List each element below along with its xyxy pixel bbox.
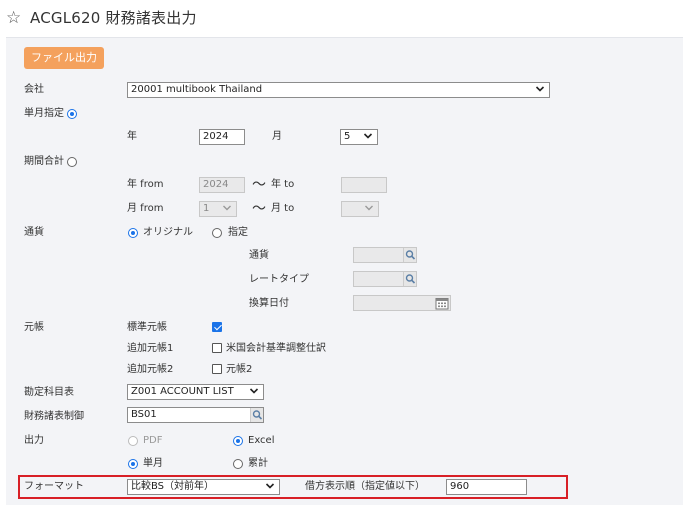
rate-type-label: レートタイプ [249, 274, 309, 285]
currency-specified-radio[interactable] [212, 228, 222, 238]
company-select[interactable]: 20001 multibook Thailand [127, 82, 550, 98]
magnifier-icon[interactable] [250, 408, 263, 422]
us-gaap-adjustment-label: 米国会計基準調整仕訳 [226, 343, 326, 354]
credit-order-label: 借方表示順（指定値以下） [305, 481, 425, 492]
month-to-select[interactable] [341, 201, 379, 217]
year-to-input[interactable] [341, 177, 387, 193]
us-gaap-adjustment-checkbox[interactable] [212, 343, 222, 353]
year-input[interactable]: 2024 [199, 129, 245, 145]
single-month-label: 単月指定 [24, 108, 64, 119]
credit-order-input[interactable]: 960 [446, 479, 527, 495]
single-month-radio[interactable] [67, 109, 77, 119]
additional-ledger1-label: 追加元帳1 [127, 343, 174, 354]
ledger-label: 元帳 [24, 322, 44, 333]
currency-label: 通貨 [24, 227, 44, 238]
output-cumulative-radio[interactable] [233, 459, 243, 469]
company-label: 会社 [24, 84, 44, 95]
format-value: 比較BS（対前年） [131, 481, 215, 492]
format-label: フォーマット [24, 481, 84, 492]
ledger2-label: 元帳2 [226, 364, 253, 375]
month-from-select[interactable]: 1 [199, 201, 237, 217]
account-chart-select[interactable]: Z001 ACCOUNT LIST [127, 384, 264, 400]
month-value: 5 [344, 131, 351, 142]
chevron-down-icon [363, 131, 373, 145]
month-select[interactable]: 5 [340, 129, 378, 145]
month-to-label: 月 to [271, 203, 295, 214]
form-panel [6, 37, 683, 505]
range-tilde: 〜 [252, 201, 266, 217]
account-chart-value: Z001 ACCOUNT LIST [131, 386, 234, 397]
ledger2-checkbox[interactable] [212, 364, 222, 374]
output-pdf-radio[interactable] [128, 436, 138, 446]
conversion-date-label: 換算日付 [249, 298, 289, 309]
month-label: 月 [272, 131, 282, 142]
format-select[interactable]: 比較BS（対前年） [127, 479, 280, 495]
year-from-label: 年 from [127, 179, 164, 190]
output-excel-label: Excel [248, 435, 275, 446]
year-label: 年 [127, 131, 137, 142]
favorite-star-icon[interactable]: ☆ [6, 8, 21, 28]
currency-code-label: 通貨 [249, 250, 269, 261]
account-chart-label: 勘定科目表 [24, 387, 74, 398]
currency-original-radio[interactable] [128, 228, 138, 238]
company-value: 20001 multibook Thailand [131, 84, 263, 95]
magnifier-icon[interactable] [403, 272, 416, 286]
currency-original-label: オリジナル [143, 227, 193, 238]
period-total-label: 期間合計 [24, 156, 64, 167]
output-cumulative-label: 累計 [248, 458, 268, 469]
standard-ledger-label: 標準元帳 [127, 322, 167, 333]
chevron-down-icon [535, 84, 545, 98]
range-tilde: 〜 [252, 177, 266, 193]
chevron-down-icon [265, 481, 275, 495]
calendar-icon[interactable] [435, 297, 449, 310]
fs-control-label: 財務諸表制御 [24, 411, 84, 422]
period-total-radio[interactable] [67, 157, 77, 167]
output-pdf-label: PDF [143, 435, 163, 446]
file-export-button[interactable]: ファイル出力 [24, 47, 104, 69]
currency-specified-label: 指定 [228, 227, 248, 238]
additional-ledger2-label: 追加元帳2 [127, 364, 174, 375]
year-to-label: 年 to [271, 179, 295, 190]
chevron-down-icon [249, 386, 259, 400]
fs-control-input[interactable]: BS01 [127, 407, 264, 423]
month-from-value: 1 [203, 203, 210, 214]
standard-ledger-checkbox[interactable] [212, 322, 222, 332]
output-label: 出力 [24, 435, 44, 446]
page-title: ACGL620 財務諸表出力 [30, 9, 197, 27]
output-single-month-label: 単月 [143, 458, 163, 469]
month-from-label: 月 from [127, 203, 164, 214]
magnifier-icon[interactable] [403, 248, 416, 262]
output-single-month-radio[interactable] [128, 459, 138, 469]
output-excel-radio[interactable] [233, 436, 243, 446]
year-from-input[interactable]: 2024 [199, 177, 245, 193]
chevron-down-icon [364, 203, 374, 217]
chevron-down-icon [222, 203, 232, 217]
